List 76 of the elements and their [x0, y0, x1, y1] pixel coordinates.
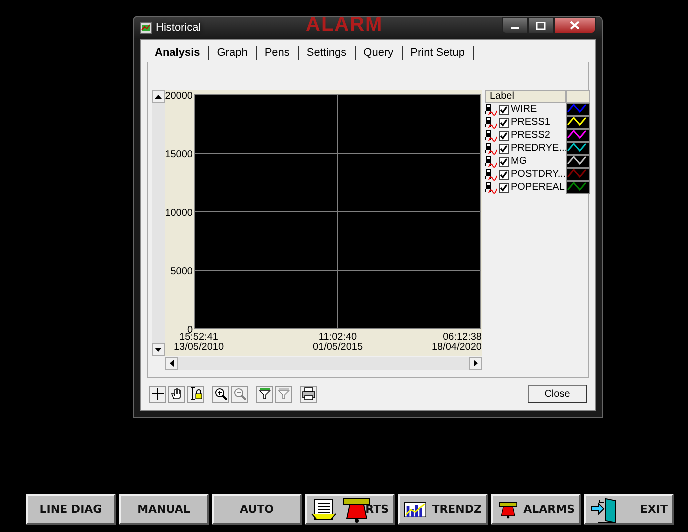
pen-icon: [485, 130, 497, 142]
nav-button[interactable]: AUTO: [212, 494, 302, 525]
checkbox[interactable]: [499, 156, 509, 166]
scroll-down-button[interactable]: [152, 343, 165, 356]
pen-icon: [485, 142, 497, 154]
toolbar-button[interactable]: [256, 386, 273, 402]
pen-icon: [485, 156, 497, 168]
up-arrow-icon: [155, 94, 162, 98]
pen-label: POPEREAL: [511, 182, 564, 193]
nav-button[interactable]: ALARMS: [491, 494, 581, 525]
nav-button[interactable]: MANUAL: [119, 494, 209, 525]
pen-label: PRESS2: [511, 130, 552, 141]
toolbar-button[interactable]: [168, 386, 185, 402]
pen-label: POSTDRY...: [511, 169, 564, 180]
y-tick-label: 10000: [165, 208, 193, 219]
toolbar-button[interactable]: [212, 386, 229, 402]
maximize-button[interactable]: [528, 17, 554, 34]
pen-label: PRESS1: [511, 117, 552, 128]
minimize-button[interactable]: [502, 17, 528, 34]
toolbar-button[interactable]: [187, 386, 204, 402]
x-tick-label: 11:02:40 01/05/2015: [312, 332, 364, 353]
zoom-in-icon: [214, 387, 228, 401]
horizontal-scrollbar[interactable]: [165, 357, 482, 370]
tab[interactable]: Analysis: [147, 46, 210, 60]
nav-button[interactable]: EXIT: [584, 494, 674, 525]
tab[interactable]: Query: [356, 46, 403, 60]
toolbar-button[interactable]: [300, 386, 317, 402]
pen-icon: [485, 116, 497, 128]
report-icon: [311, 498, 337, 522]
background-alarm-text: ALARM: [306, 14, 384, 37]
left-arrow-icon: [170, 360, 174, 367]
checkbox[interactable]: [499, 118, 509, 128]
pen-label: MG: [511, 156, 528, 167]
tab[interactable]: Pens: [256, 46, 299, 60]
checkbox[interactable]: [499, 104, 509, 114]
pen-icon: [485, 182, 497, 194]
checkbox[interactable]: [499, 130, 509, 140]
checkbox[interactable]: [499, 182, 509, 192]
toolbar-button[interactable]: [149, 386, 166, 402]
scroll-up-button[interactable]: [152, 90, 165, 103]
y-tick-label: 15000: [165, 150, 193, 160]
maximize-icon: [536, 22, 546, 30]
zoom-out-icon: [232, 387, 246, 401]
right-arrow-icon: [474, 360, 478, 367]
app-icon: [140, 22, 152, 34]
checkbox[interactable]: [499, 144, 509, 154]
x-tick-label: 06:12:38 18/04/2020: [432, 332, 482, 353]
pen-icon: [485, 168, 497, 180]
tab[interactable]: Settings: [298, 46, 356, 60]
down-arrow-icon: [155, 348, 162, 352]
scroll-right-button[interactable]: [469, 357, 482, 370]
window-title: Historical: [156, 22, 202, 34]
filter-icon: [276, 387, 290, 401]
nav-button[interactable]: LINE DIAG: [26, 494, 116, 525]
cursor-lock-icon: [188, 387, 202, 401]
scroll-left-button[interactable]: [165, 357, 178, 370]
tab[interactable]: Graph: [209, 46, 257, 60]
close-dialog-button[interactable]: Close: [528, 385, 587, 403]
crosshair-icon: [150, 387, 164, 401]
close-icon: [570, 21, 580, 30]
checkbox[interactable]: [499, 170, 509, 180]
close-button[interactable]: [554, 17, 596, 34]
vertical-scrollbar[interactable]: [152, 90, 165, 356]
tab[interactable]: Print Setup: [402, 46, 474, 60]
y-tick-label: 20000: [165, 91, 193, 102]
printer-icon: [302, 387, 316, 401]
pen-icon: [485, 104, 497, 116]
y-tick-label: 5000: [170, 266, 193, 278]
nav-button[interactable]: RTS: [305, 494, 395, 525]
pen-label: PREDRYE...: [511, 143, 564, 154]
hand-icon: [170, 387, 184, 401]
nav-button[interactable]: TRENDZ: [398, 494, 488, 525]
pen-label: WIRE: [511, 104, 538, 115]
filter-icon: [258, 387, 272, 401]
x-tick-label: 15:52:41 13/05/2010: [174, 332, 224, 353]
column-header[interactable]: Label: [485, 90, 566, 103]
